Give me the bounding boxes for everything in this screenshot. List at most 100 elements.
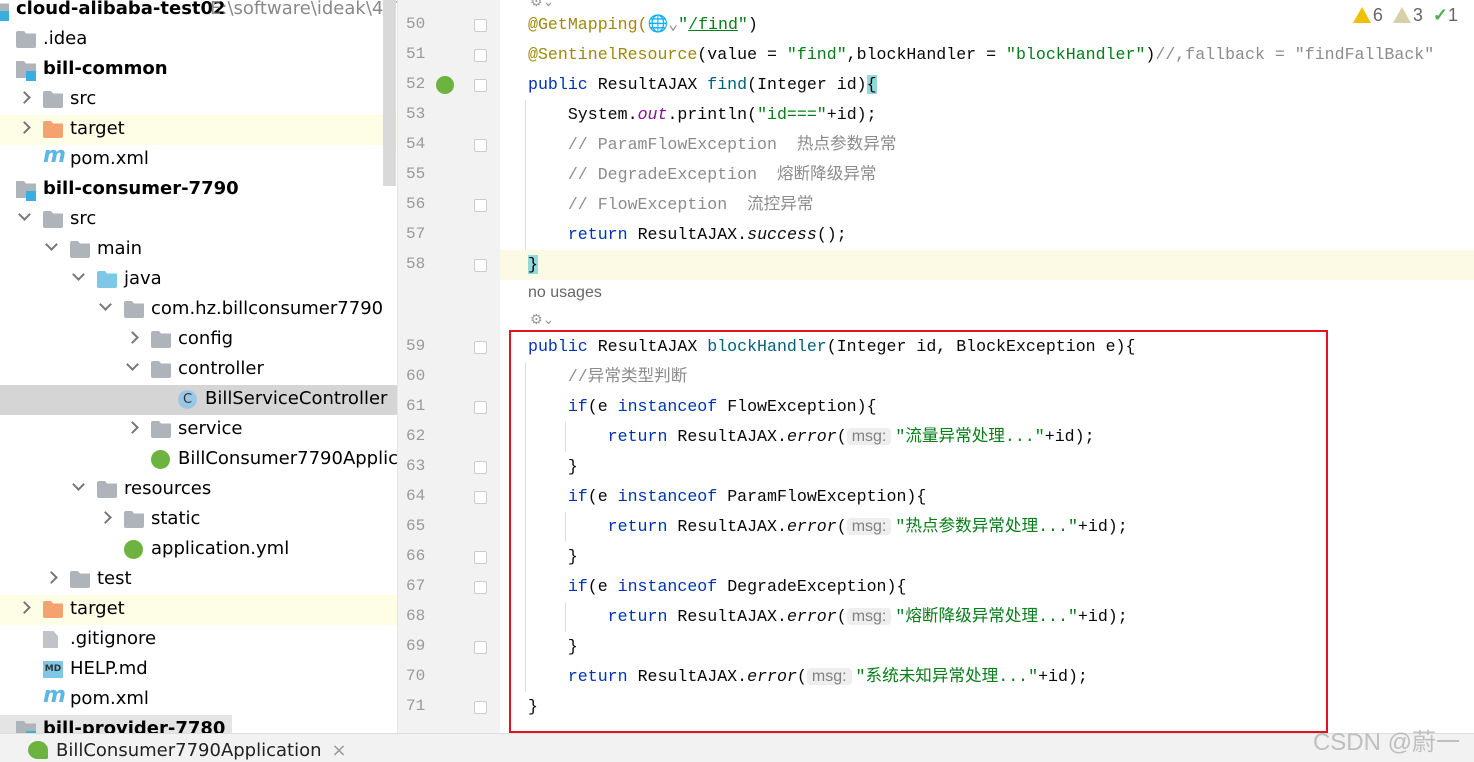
spring-yml-icon	[124, 540, 143, 559]
code-line: }	[500, 250, 1474, 280]
tree-item[interactable]: C BillServiceController	[0, 385, 397, 415]
tree-item[interactable]: src	[0, 85, 397, 115]
project-tree: cloud-alibaba-test02 E:\software\ideak\40…	[0, 0, 398, 733]
tree-item[interactable]: config	[0, 325, 397, 355]
code-token: "find"	[786, 45, 847, 64]
fold-marker-icon[interactable]	[474, 199, 487, 212]
folder-icon	[124, 511, 144, 528]
tree-item-label: service	[178, 418, 243, 439]
tree-item[interactable]: static	[0, 505, 397, 535]
tree-item-label: target	[70, 598, 125, 619]
tree-item[interactable]: src	[0, 205, 397, 235]
line-number: 67	[406, 577, 426, 595]
code-token: {	[866, 75, 877, 94]
code-vision-icon[interactable]: ⚙⌄	[530, 312, 554, 328]
chevron-right-icon[interactable]	[18, 601, 31, 614]
tree-item[interactable]: test	[0, 565, 397, 595]
fold-marker-icon[interactable]	[474, 401, 487, 414]
project-tree-scrollbar[interactable]	[383, 0, 396, 186]
tree-item[interactable]: service	[0, 415, 397, 445]
globe-dropdown-icon[interactable]: 🌐⌄	[648, 15, 679, 34]
fold-marker-icon[interactable]	[474, 341, 487, 354]
tree-item[interactable]: .gitignore	[0, 625, 397, 655]
code-token: )	[747, 15, 758, 34]
package-icon	[151, 421, 171, 438]
tree-item[interactable]: resources	[0, 475, 397, 505]
tree-item-label: resources	[124, 478, 212, 499]
chevron-down-icon[interactable]	[18, 208, 31, 221]
run-tab-label: BillConsumer7790Application	[56, 740, 322, 761]
code-line: public ResultAJAX find(Integer id){	[528, 70, 877, 100]
tree-item[interactable]: BillConsumer7790Applica	[0, 445, 397, 475]
fold-marker-icon[interactable]	[474, 259, 487, 272]
highlight-box	[509, 330, 1328, 733]
weak-warning-count: 3	[1412, 5, 1423, 25]
fold-marker-icon[interactable]	[474, 49, 487, 62]
markdown-file-icon: MD	[43, 661, 63, 678]
tree-item[interactable]: m pom.xml	[0, 143, 397, 175]
run-tab[interactable]: BillConsumer7790Application ×	[28, 740, 347, 761]
folder-icon	[16, 31, 36, 48]
tree-item[interactable]: main	[0, 235, 397, 265]
fold-marker-icon[interactable]	[474, 19, 487, 32]
code-token: "blockHandler"	[1006, 45, 1146, 64]
line-number: 53	[406, 105, 426, 123]
ok-count: 1	[1447, 5, 1458, 25]
code-token: )	[1145, 45, 1156, 64]
fold-marker-icon[interactable]	[474, 581, 487, 594]
chevron-down-icon[interactable]	[45, 238, 58, 251]
chevron-right-icon[interactable]	[126, 421, 139, 434]
folder-blue-icon	[97, 271, 117, 288]
chevron-right-icon[interactable]	[126, 331, 139, 344]
tree-item[interactable]: target	[0, 115, 397, 145]
fold-marker-icon[interactable]	[474, 641, 487, 654]
tree-item-label: .idea	[43, 28, 88, 49]
fold-marker-icon[interactable]	[474, 139, 487, 152]
chevron-down-icon[interactable]	[99, 298, 112, 311]
maven-icon: m	[43, 683, 66, 708]
chevron-down-icon[interactable]	[72, 268, 85, 281]
chevron-down-icon[interactable]	[126, 358, 139, 371]
tree-item[interactable]: cloud-alibaba-test02 E:\software\ideak\40…	[0, 0, 398, 25]
tree-item[interactable]: m pom.xml	[0, 683, 397, 715]
tree-item[interactable]: com.hz.billconsumer7790	[0, 295, 397, 325]
tree-item[interactable]: .idea	[0, 25, 397, 55]
code-vision-icon[interactable]: ⚙⌄	[530, 0, 554, 10]
code-token: @SentinelResource	[528, 45, 698, 64]
tree-item-label: .gitignore	[70, 628, 157, 649]
tree-item[interactable]: bill-provider-7780	[0, 715, 232, 733]
tree-item-label: bill-common	[43, 58, 168, 79]
chevron-right-icon[interactable]	[45, 571, 58, 584]
code-token: public	[528, 75, 598, 94]
code-token: +id);	[826, 105, 877, 124]
tree-item[interactable]: bill-common	[0, 55, 397, 85]
fold-marker-icon[interactable]	[474, 79, 487, 92]
fold-marker-icon[interactable]	[474, 551, 487, 564]
chevron-right-icon[interactable]	[99, 511, 112, 524]
tree-item[interactable]: target	[0, 595, 397, 625]
tree-item[interactable]: MD HELP.md	[0, 655, 397, 685]
package-icon	[151, 361, 171, 378]
inspection-widget[interactable]: 6 3 ✓1	[1352, 5, 1458, 26]
tree-item[interactable]: java	[0, 265, 397, 295]
chevron-right-icon[interactable]	[18, 121, 31, 134]
spring-endpoint-icon[interactable]	[436, 76, 454, 94]
chevron-down-icon[interactable]	[72, 478, 85, 491]
tree-item[interactable]: application.yml	[0, 535, 397, 565]
code-token: (value =	[697, 45, 787, 64]
fold-marker-icon[interactable]	[474, 491, 487, 504]
class-icon: C	[178, 390, 197, 409]
close-icon[interactable]: ×	[332, 740, 347, 761]
folder-orange-icon	[43, 601, 63, 618]
tree-item[interactable]: bill-consumer-7790	[0, 175, 397, 205]
fold-marker-icon[interactable]	[474, 701, 487, 714]
indent-guide	[525, 220, 526, 250]
tree-item-label: cloud-alibaba-test02	[16, 0, 226, 19]
line-number: 55	[406, 165, 426, 183]
tree-item-label: config	[178, 328, 234, 349]
fold-marker-icon[interactable]	[474, 461, 487, 474]
code-token: ResultAJAX.	[637, 225, 748, 244]
tree-item[interactable]: controller	[0, 355, 397, 385]
chevron-right-icon[interactable]	[18, 91, 31, 104]
project-path: E:\software\ideak\407	[210, 0, 398, 19]
